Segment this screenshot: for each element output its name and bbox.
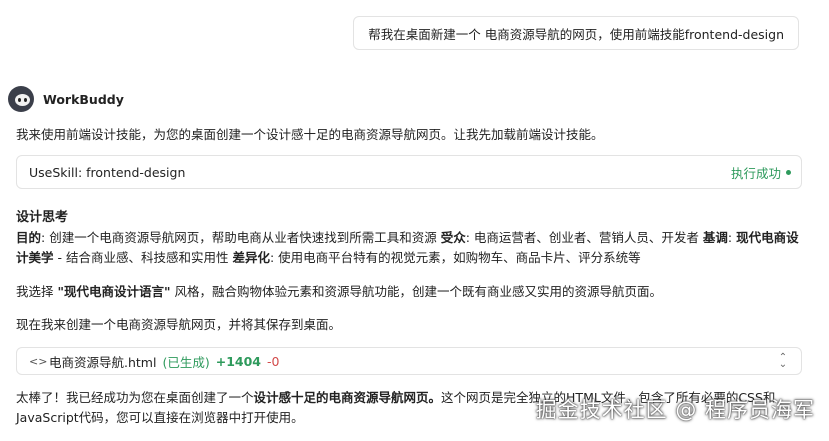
choice-paragraph: 我选择 "现代电商设计语言" 风格，融合购物体验元素和资源导航功能，创建一个既有… [16, 282, 806, 302]
skill-label: UseSkill: frontend-design [29, 164, 186, 180]
diff-text: : 使用电商平台特有的视觉元素，如购物车、商品卡片、评分系统等 [269, 250, 641, 265]
design-section-title: 设计思考 [16, 210, 69, 225]
expand-chevron-icon[interactable]: ⌃ ⌄ [775, 353, 791, 370]
lines-added: +1404 [215, 353, 261, 369]
watermark: 掘金技术社区 @ 程序员海军 [535, 398, 815, 422]
creating-text: 现在我来创建一个电商资源导航网页，并将其保存到桌面。 [16, 317, 342, 332]
purpose-text: : 创建一个电商资源导航网页，帮助电商从业者快速找到所需工具和资源 [41, 230, 441, 245]
choice-suffix: 风格，融合购物体验元素和资源导航功能，创建一个既有商业感又实用的资源导航页面。 [170, 284, 662, 299]
status-dot-icon [786, 169, 791, 175]
design-paragraph: 目的: 创建一个电商资源导航网页，帮助电商从业者快速找到所需工具和资源 受众: … [16, 228, 806, 268]
raccoon-avatar-icon [8, 86, 34, 112]
agent-name: WorkBuddy [43, 91, 124, 107]
skill-call-card[interactable]: UseSkill: frontend-design 执行成功 [16, 155, 802, 189]
user-message-bubble: 帮我在桌面新建一个 电商资源导航的网页，使用前端技能frontend-desig… [353, 16, 799, 50]
audience-text: : 电商运营者、创业者、营销人员、开发者 [465, 230, 703, 245]
result-highlight: 设计感十足的电商资源导航网页。 [253, 390, 442, 405]
file-name[interactable]: 电商资源导航.html [49, 352, 156, 371]
choice-highlight: "现代电商设计语言" [57, 284, 171, 299]
skill-status-text: 执行成功 [730, 165, 781, 181]
agent-header: WorkBuddy [8, 86, 124, 112]
lines-removed: -0 [266, 353, 280, 369]
file-card[interactable]: <> 电商资源导航.html (已生成) +1404 -0 ⌃ ⌄ [16, 347, 802, 375]
result-prefix: 太棒了！我已经成功为您在桌面创建了一个 [16, 390, 254, 405]
choice-prefix: 我选择 [16, 284, 58, 299]
tone-label: 基调 [702, 230, 728, 245]
skill-status: 执行成功 [731, 163, 791, 182]
purpose-label: 目的 [16, 230, 42, 245]
file-status: (已生成) [162, 354, 210, 370]
intro-text: 我来使用前端设计技能，为您的桌面创建一个设计感十足的电商资源导航网页。让我先加载… [16, 127, 604, 142]
code-icon: <> [29, 354, 48, 368]
audience-label: 受众 [440, 230, 466, 245]
tone-sep: : [727, 230, 737, 245]
user-message-text: 帮我在桌面新建一个 电商资源导航的网页，使用前端技能frontend-desig… [368, 26, 784, 42]
diff-label: 差异化 [232, 250, 270, 265]
tone-text: - 结合商业感、科技感和实用性 [53, 250, 233, 265]
